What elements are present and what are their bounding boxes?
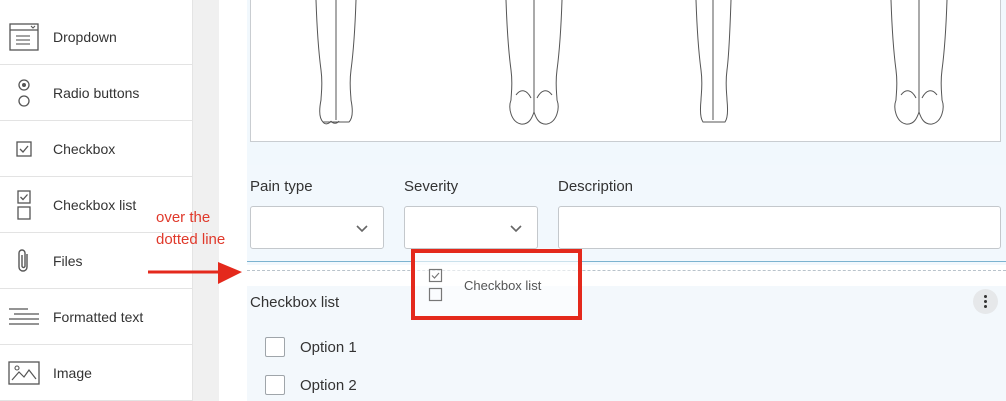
- legs-illustration: [315, 0, 948, 125]
- drag-ghost-label: Checkbox list: [464, 278, 542, 293]
- description-input[interactable]: [558, 206, 1001, 249]
- pain-type-select[interactable]: [250, 206, 384, 249]
- sidebar-item-label: Files: [53, 253, 83, 269]
- toolbox-sidebar: Dropdown Radio buttons Checkbox Checkbox…: [0, 0, 193, 401]
- drop-indicator-line: [247, 261, 1006, 262]
- sidebar-item-label: Image: [53, 365, 92, 381]
- dotted-drop-zone-line: [247, 270, 1006, 271]
- chevron-down-icon: [510, 225, 522, 233]
- option-2-checkbox[interactable]: [265, 375, 285, 395]
- checkbox-icon: [16, 141, 32, 157]
- severity-label: Severity: [404, 178, 459, 195]
- option-2-label: Option 2: [300, 377, 357, 394]
- sidebar-item-image[interactable]: Image: [0, 346, 192, 401]
- kebab-dot: [984, 295, 987, 298]
- sidebar-item-label: Formatted text: [53, 309, 144, 325]
- option-1-checkbox[interactable]: [265, 337, 285, 357]
- description-label: Description: [558, 178, 634, 195]
- body-map-image[interactable]: [250, 0, 1001, 142]
- formatted-text-icon: [9, 308, 39, 325]
- sidebar-item-label: Dropdown: [53, 29, 117, 45]
- image-icon: [8, 361, 40, 385]
- more-options-button[interactable]: [973, 289, 998, 314]
- sidebar-item-label: Checkbox: [53, 141, 116, 157]
- sidebar-gutter: [193, 0, 219, 401]
- checkbox-list-field: [247, 286, 1006, 401]
- option-1-label: Option 1: [300, 339, 357, 356]
- annotation-line-2: dotted line: [156, 231, 226, 248]
- sidebar-item-dropdown[interactable]: Dropdown: [0, 10, 192, 65]
- kebab-dot: [984, 305, 987, 308]
- paperclip-icon: [18, 249, 28, 272]
- annotation-arrow-icon: [148, 262, 242, 284]
- dropdown-icon: [9, 23, 39, 51]
- chevron-down-icon: [356, 225, 368, 233]
- checkbox-list-icon: [428, 268, 443, 302]
- checkbox-list-icon: [17, 190, 31, 220]
- kebab-dot: [984, 300, 987, 303]
- pain-type-label: Pain type: [250, 178, 313, 195]
- annotation-text: over the dotted line: [156, 207, 225, 251]
- radio-buttons-icon: [18, 79, 30, 107]
- sidebar-item-radio-buttons[interactable]: Radio buttons: [0, 66, 192, 121]
- sidebar-item-formatted-text[interactable]: Formatted text: [0, 290, 192, 345]
- checkbox-list-title: Checkbox list: [250, 294, 340, 311]
- severity-select[interactable]: [404, 206, 538, 249]
- sidebar-item-label: Checkbox list: [53, 197, 137, 213]
- annotation-line-1: over the: [156, 209, 211, 226]
- sidebar-item-label: Radio buttons: [53, 85, 140, 101]
- sidebar-item-checkbox[interactable]: Checkbox: [0, 122, 192, 177]
